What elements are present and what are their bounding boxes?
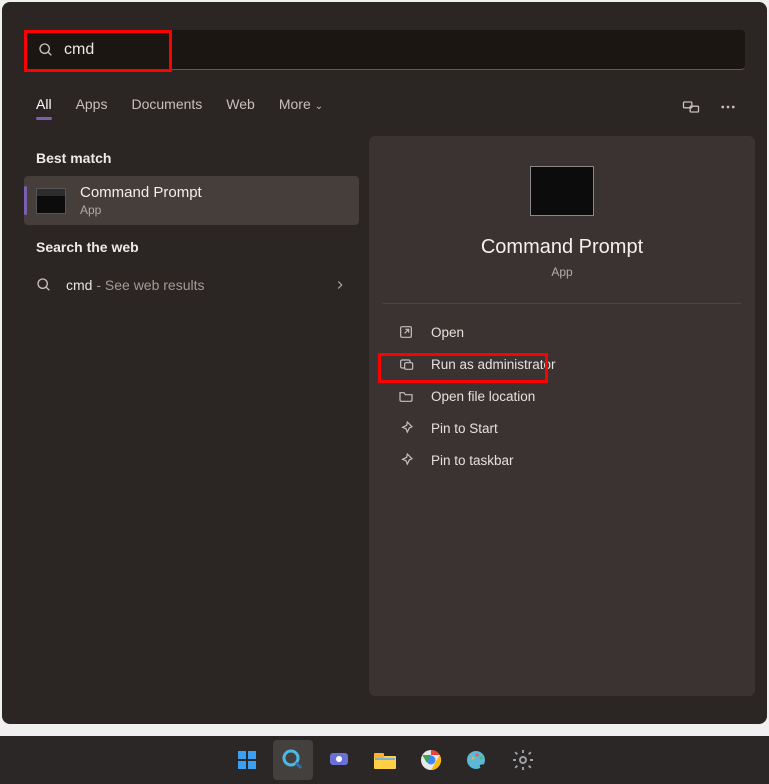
admin-icon — [397, 356, 415, 372]
action-pin-to-start-label: Pin to Start — [431, 421, 498, 436]
search-bar[interactable] — [24, 30, 745, 70]
details-pane: Command Prompt App Open Run as administr… — [369, 136, 755, 696]
taskbar-chrome-button[interactable] — [411, 740, 451, 780]
folder-icon — [397, 388, 415, 404]
web-result-suffix: - See web results — [92, 277, 204, 293]
filter-tabs: All Apps Documents Web More ⌄ — [2, 78, 767, 126]
start-menu: All Apps Documents Web More ⌄ Best match … — [2, 2, 767, 724]
tab-more[interactable]: More ⌄ — [279, 96, 323, 118]
taskbar-start-button[interactable] — [227, 740, 267, 780]
detail-title: Command Prompt — [481, 236, 643, 259]
web-result-item[interactable]: cmd - See web results — [24, 265, 359, 305]
results-left-pane: Best match Command Prompt App Search the… — [24, 136, 359, 696]
taskbar-settings-button[interactable] — [503, 740, 543, 780]
action-open-file-location-label: Open file location — [431, 389, 535, 404]
action-run-as-admin-label: Run as administrator — [431, 357, 556, 372]
taskbar-chat-button[interactable] — [319, 740, 359, 780]
open-icon — [397, 324, 415, 340]
quick-settings-icon[interactable] — [681, 98, 701, 116]
more-options-icon[interactable] — [719, 98, 737, 116]
action-open[interactable]: Open — [383, 316, 741, 348]
taskbar-paint-button[interactable] — [457, 740, 497, 780]
pin-icon — [397, 452, 415, 468]
tab-documents[interactable]: Documents — [131, 96, 202, 118]
action-open-file-location[interactable]: Open file location — [383, 380, 741, 412]
chevron-down-icon: ⌄ — [315, 101, 323, 112]
result-title: Command Prompt — [80, 184, 202, 201]
search-icon — [38, 42, 54, 58]
divider — [383, 303, 741, 304]
pin-icon — [397, 420, 415, 436]
tab-more-label: More — [279, 96, 311, 112]
action-pin-to-taskbar-label: Pin to taskbar — [431, 453, 514, 468]
taskbar-search-button[interactable] — [273, 740, 313, 780]
search-web-label: Search the web — [24, 225, 359, 265]
action-pin-to-taskbar[interactable]: Pin to taskbar — [383, 444, 741, 476]
tab-all[interactable]: All — [36, 96, 52, 118]
web-result-query: cmd — [66, 277, 92, 293]
detail-app-icon — [530, 166, 594, 216]
web-result-text: cmd - See web results — [66, 277, 205, 293]
best-match-label: Best match — [24, 136, 359, 176]
action-run-as-admin[interactable]: Run as administrator — [383, 348, 741, 380]
result-subtitle: App — [80, 203, 202, 217]
tab-web[interactable]: Web — [226, 96, 255, 118]
taskbar — [0, 736, 769, 784]
action-open-label: Open — [431, 325, 464, 340]
cmd-app-icon — [36, 188, 66, 214]
chevron-right-icon — [333, 278, 347, 292]
tab-apps[interactable]: Apps — [76, 96, 108, 118]
taskbar-explorer-button[interactable] — [365, 740, 405, 780]
search-input[interactable] — [64, 41, 731, 59]
search-icon — [36, 277, 52, 293]
detail-subtitle: App — [551, 265, 572, 279]
best-match-result[interactable]: Command Prompt App — [24, 176, 359, 225]
action-pin-to-start[interactable]: Pin to Start — [383, 412, 741, 444]
